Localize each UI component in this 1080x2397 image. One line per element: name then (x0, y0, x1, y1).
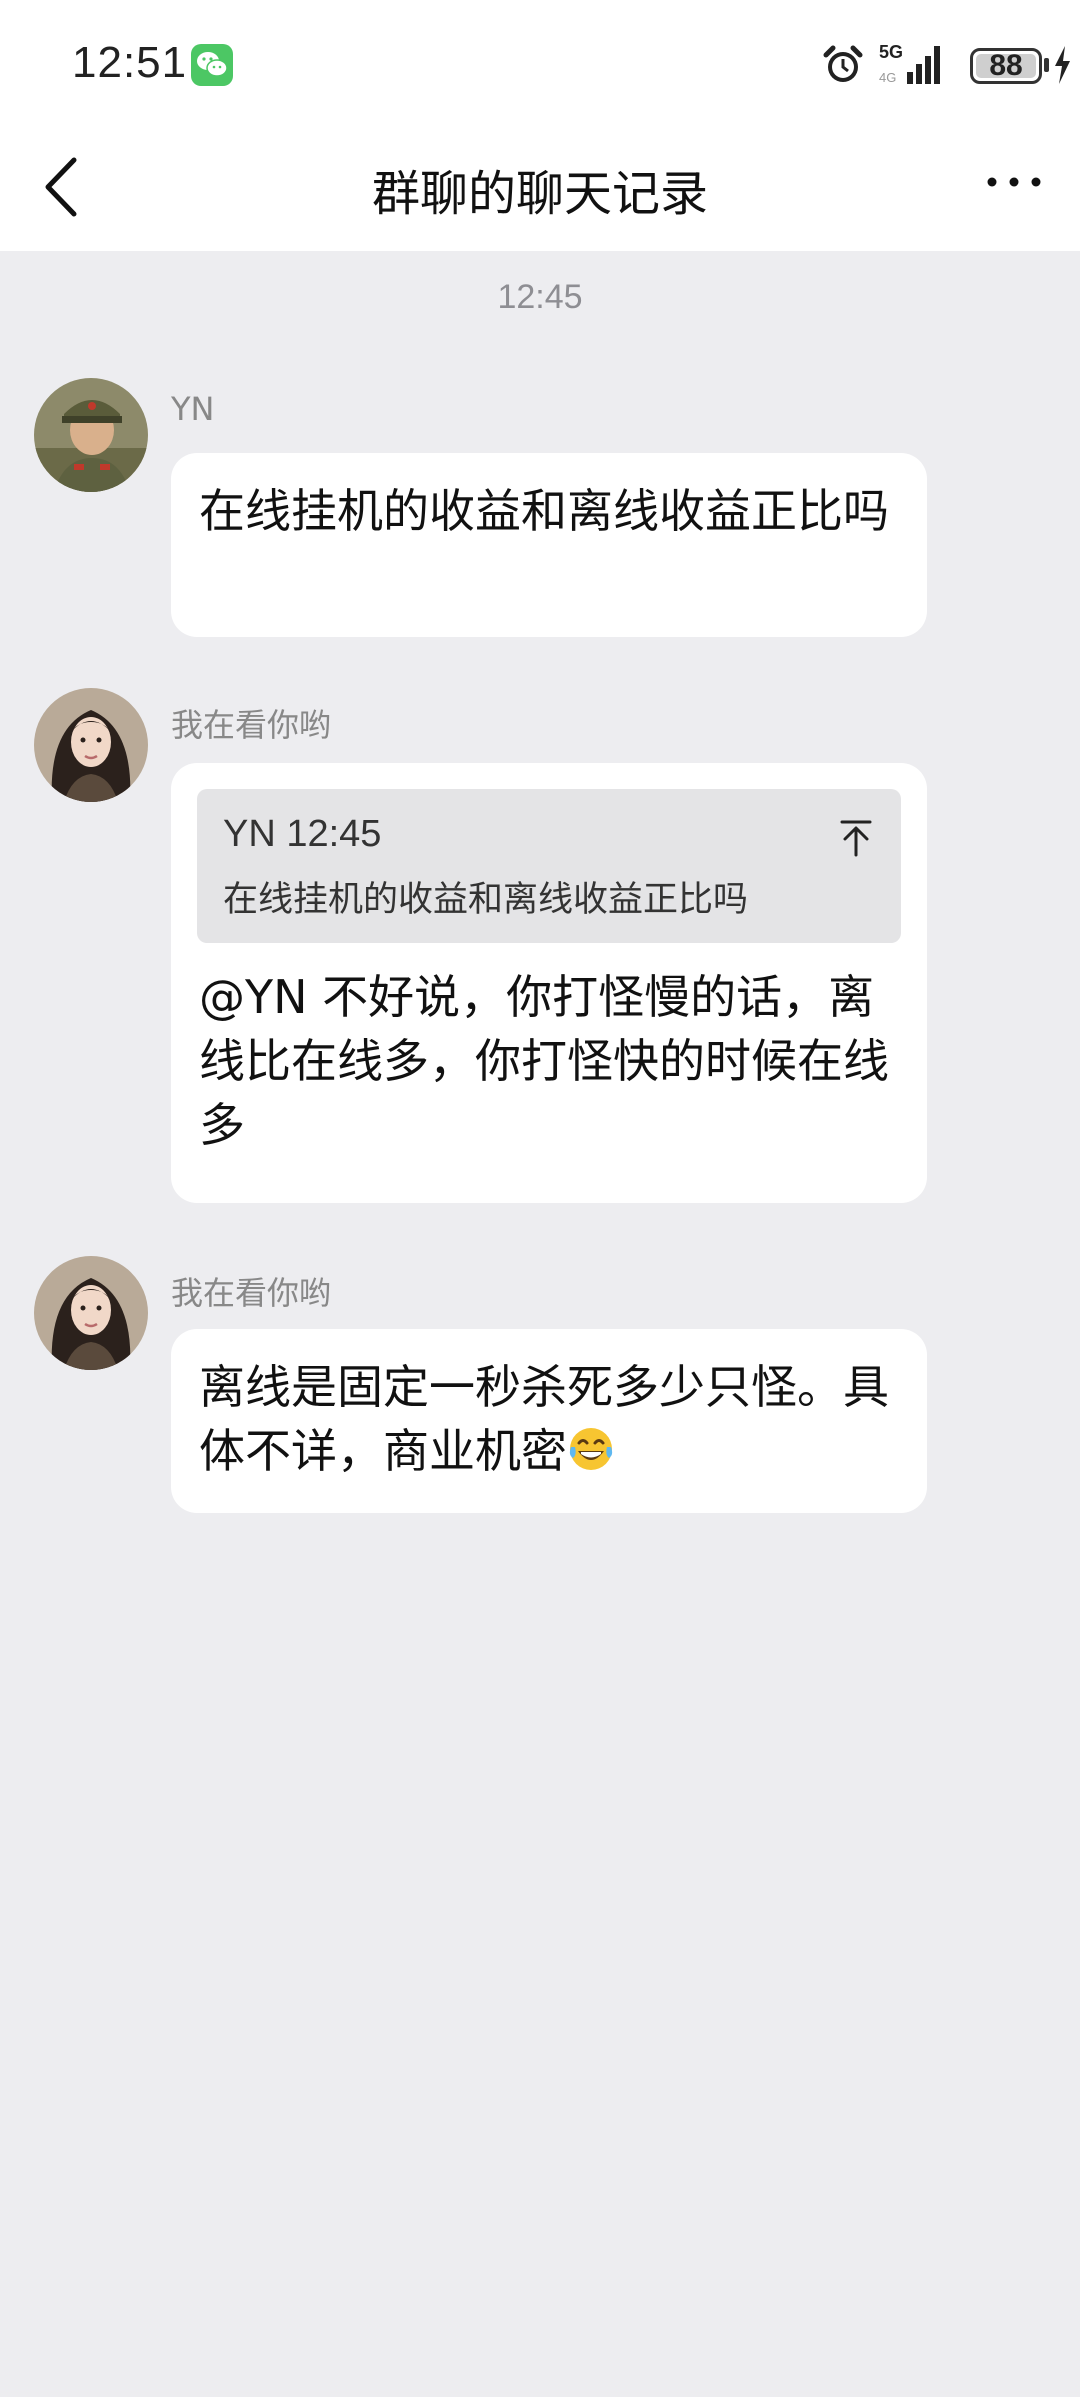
jump-to-message-icon[interactable] (839, 819, 873, 857)
message-text: @YN 不好说，你打怪慢的话，离线比在线多，你打怪快的时候在线多 (199, 970, 889, 1152)
avatar[interactable] (34, 688, 148, 802)
more-icon[interactable] (984, 172, 1044, 192)
message-bubble[interactable]: YN 12:45 在线挂机的收益和离线收益正比吗 @YN 不好说，你打怪慢的话，… (171, 763, 927, 1203)
message-text: 离线是固定一秒杀死多少只怪。具体不详，商业机密 (199, 1360, 889, 1478)
tears-of-joy-emoji (569, 1428, 613, 1470)
sender-name: 我在看你哟 (171, 706, 332, 744)
sender-name: YN (171, 390, 215, 428)
signal-icon: 5G 4G (879, 42, 940, 85)
nav-bar: 群聊的聊天记录 (0, 130, 1080, 251)
top-bar: 12:51 5G 4G 88 群聊的聊天记录 (0, 0, 1080, 251)
avatar[interactable] (34, 1256, 148, 1370)
battery-cap (1044, 58, 1049, 72)
quoted-message[interactable]: YN 12:45 在线挂机的收益和离线收益正比吗 (197, 789, 901, 943)
message-bubble[interactable]: 在线挂机的收益和离线收益正比吗 (171, 453, 927, 637)
status-time: 12:51 (72, 38, 188, 87)
sender-name: 我在看你哟 (171, 1274, 332, 1312)
status-bar: 12:51 5G 4G 88 (0, 0, 1080, 130)
quote-header: YN 12:45 (223, 813, 382, 855)
alarm-icon (823, 45, 863, 82)
battery-icon: 88 (970, 48, 1042, 84)
message-timestamp: 12:45 (497, 278, 583, 316)
quote-text: 在线挂机的收益和离线收益正比吗 (223, 880, 749, 920)
battery-level: 88 (989, 49, 1023, 82)
charging-icon (1055, 46, 1070, 84)
message-text: 在线挂机的收益和离线收益正比吗 (199, 484, 889, 538)
svg-text:4G: 4G (879, 70, 896, 85)
avatar[interactable] (34, 378, 148, 492)
wechat-icon (191, 44, 233, 86)
message-bubble[interactable]: 离线是固定一秒杀死多少只怪。具体不详，商业机密 (171, 1329, 927, 1513)
svg-text:5G: 5G (879, 42, 903, 62)
page-title: 群聊的聊天记录 (371, 166, 708, 222)
